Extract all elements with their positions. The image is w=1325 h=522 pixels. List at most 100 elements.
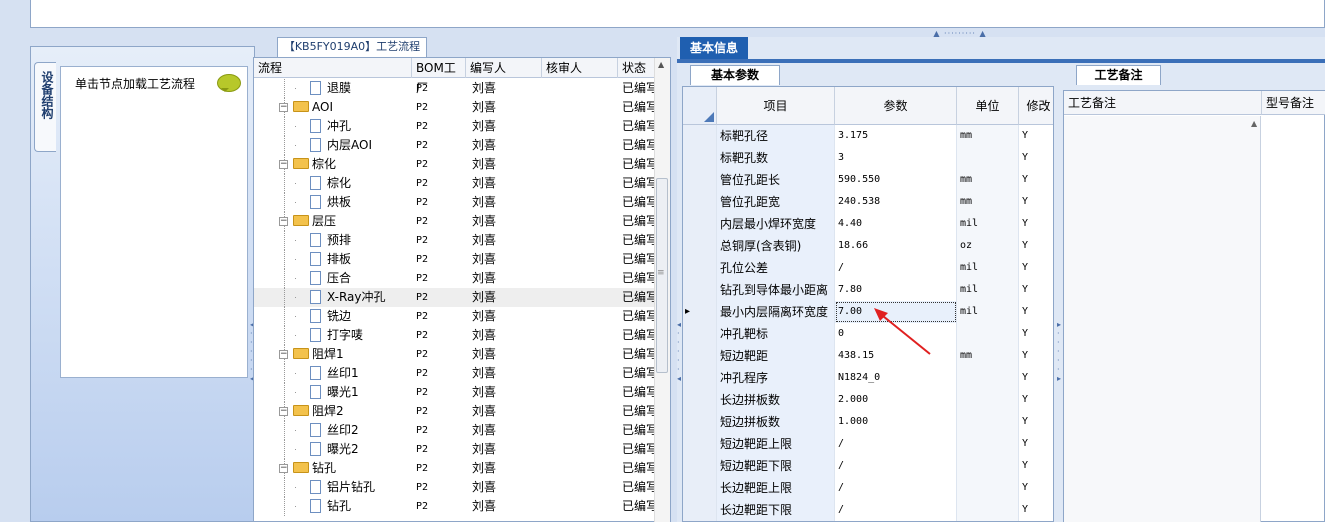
- flow-row[interactable]: − 棕化 P2 刘喜 已编写: [254, 155, 658, 174]
- col-flow[interactable]: 流程: [254, 58, 412, 78]
- select-all-icon[interactable]: [704, 112, 714, 122]
- flow-row[interactable]: 曝光2 P2 刘喜 已编写: [254, 440, 658, 459]
- col-modify[interactable]: 修改: [1019, 87, 1053, 125]
- flow-row[interactable]: 预排 P2 刘喜 已编写: [254, 231, 658, 250]
- row-indicator[interactable]: [683, 125, 717, 147]
- param-row[interactable]: 短边靶距上限 / Y: [683, 433, 1053, 455]
- param-value-cell[interactable]: /: [835, 433, 957, 455]
- scroll-up-icon[interactable]: ▲: [1251, 119, 1257, 128]
- row-indicator[interactable]: [683, 389, 717, 411]
- flow-row[interactable]: − AOI P2 刘喜 已编写: [254, 98, 658, 117]
- col-reviewer[interactable]: 核审人: [542, 58, 618, 78]
- row-indicator[interactable]: [683, 499, 717, 521]
- param-value-cell[interactable]: N1824_0: [835, 367, 957, 389]
- param-value-cell[interactable]: 2.000: [835, 389, 957, 411]
- row-indicator[interactable]: [683, 433, 717, 455]
- flow-row[interactable]: 排板 P2 刘喜 已编写: [254, 250, 658, 269]
- collapse-icon[interactable]: −: [279, 407, 288, 416]
- col-writer[interactable]: 编写人: [466, 58, 542, 78]
- param-value-cell[interactable]: /: [835, 477, 957, 499]
- param-row[interactable]: 长边靶距下限 / Y: [683, 499, 1053, 521]
- param-value-cell[interactable]: 240.538: [835, 191, 957, 213]
- tab-process-remark[interactable]: 工艺备注: [1076, 65, 1161, 85]
- flow-row[interactable]: 丝印1 P2 刘喜 已编写: [254, 364, 658, 383]
- param-value-cell[interactable]: 3: [835, 147, 957, 169]
- param-row[interactable]: 钻孔到导体最小距离 7.80 mil Y: [683, 279, 1053, 301]
- flow-row[interactable]: 内层AOI P2 刘喜 已编写: [254, 136, 658, 155]
- row-indicator[interactable]: [683, 367, 717, 389]
- flow-row[interactable]: 棕化 P2 刘喜 已编写: [254, 174, 658, 193]
- param-row[interactable]: 长边靶距上限 / Y: [683, 477, 1053, 499]
- param-value-cell[interactable]: 4.40: [835, 213, 957, 235]
- scroll-up-icon[interactable]: ▲: [658, 60, 664, 69]
- tab-basic-params[interactable]: 基本参数: [690, 65, 780, 85]
- param-value-cell[interactable]: 590.550: [835, 169, 957, 191]
- row-indicator[interactable]: [683, 455, 717, 477]
- col-value[interactable]: 参数: [835, 87, 957, 125]
- right-splitter[interactable]: ▸ · · · · · ▸: [1057, 320, 1061, 410]
- tab-process-flow[interactable]: 【KB5FY019A0】工艺流程: [277, 37, 427, 57]
- row-indicator[interactable]: [683, 257, 717, 279]
- process-remark-body[interactable]: [1064, 116, 1261, 522]
- flow-row[interactable]: 压合 P2 刘喜 已编写: [254, 269, 658, 288]
- collapse-icon[interactable]: −: [279, 103, 288, 112]
- param-row[interactable]: 总铜厚(含表铜) 18.66 oz Y: [683, 235, 1053, 257]
- flow-row[interactable]: − 阻焊2 P2 刘喜 已编写: [254, 402, 658, 421]
- collapse-icon[interactable]: −: [279, 160, 288, 169]
- flow-row[interactable]: 冲孔 P2 刘喜 已编写: [254, 117, 658, 136]
- param-row[interactable]: 冲孔程序 N1824_0 Y: [683, 367, 1053, 389]
- param-row[interactable]: 标靶孔径 3.175 mm Y: [683, 125, 1053, 147]
- param-value-cell[interactable]: 18.66: [835, 235, 957, 257]
- col-model-remark[interactable]: 型号备注: [1262, 91, 1325, 115]
- param-value-cell[interactable]: /: [835, 257, 957, 279]
- row-indicator[interactable]: [683, 279, 717, 301]
- row-indicator[interactable]: [683, 147, 717, 169]
- param-row[interactable]: 管位孔距长 590.550 mm Y: [683, 169, 1053, 191]
- flow-row[interactable]: 铝片钻孔 P2 刘喜 已编写: [254, 478, 658, 497]
- param-value-cell[interactable]: 3.175: [835, 125, 957, 147]
- collapse-icon[interactable]: −: [279, 464, 288, 473]
- param-value-cell[interactable]: /: [835, 499, 957, 521]
- param-row[interactable]: 孔位公差 / mil Y: [683, 257, 1053, 279]
- col-process-remark[interactable]: 工艺备注: [1064, 91, 1262, 115]
- param-row[interactable]: 标靶孔数 3 Y: [683, 147, 1053, 169]
- col-unit[interactable]: 单位: [957, 87, 1019, 125]
- param-value-cell[interactable]: 1.000: [835, 411, 957, 433]
- tab-device-structure[interactable]: 设备结构: [34, 62, 56, 152]
- middle-splitter[interactable]: ◂ · · · · · ◂: [677, 320, 681, 410]
- flow-row[interactable]: − 层压 P2 刘喜 已编写: [254, 212, 658, 231]
- flow-row[interactable]: 退膜 P2 刘喜 已编写: [254, 79, 658, 98]
- param-row[interactable]: 长边拼板数 2.000 Y: [683, 389, 1053, 411]
- top-input-area[interactable]: [30, 0, 1325, 28]
- flow-row[interactable]: 曝光1 P2 刘喜 已编写: [254, 383, 658, 402]
- collapse-icon[interactable]: −: [279, 217, 288, 226]
- col-status[interactable]: 状态: [618, 58, 658, 78]
- param-row[interactable]: 内层最小焊环宽度 4.40 mil Y: [683, 213, 1053, 235]
- flow-row[interactable]: 钻孔 P2 刘喜 已编写: [254, 497, 658, 516]
- param-row[interactable]: 短边靶距下限 / Y: [683, 455, 1053, 477]
- row-indicator[interactable]: [683, 191, 717, 213]
- flow-row[interactable]: 烘板 P2 刘喜 已编写: [254, 193, 658, 212]
- row-indicator[interactable]: [683, 323, 717, 345]
- param-value-cell[interactable]: /: [835, 455, 957, 477]
- flow-row[interactable]: X-Ray冲孔 P2 刘喜 已编写: [254, 288, 658, 307]
- row-indicator[interactable]: [683, 477, 717, 499]
- row-indicator[interactable]: [683, 411, 717, 433]
- row-indicator[interactable]: [683, 169, 717, 191]
- param-row[interactable]: 短边拼板数 1.000 Y: [683, 411, 1053, 433]
- flow-row[interactable]: 丝印2 P2 刘喜 已编写: [254, 421, 658, 440]
- col-item[interactable]: 项目: [717, 87, 835, 125]
- row-indicator[interactable]: [683, 213, 717, 235]
- col-bom-factory[interactable]: BOM工厂: [412, 58, 466, 95]
- row-indicator[interactable]: ▸: [683, 301, 717, 323]
- flow-row[interactable]: − 阻焊1 P2 刘喜 已编写: [254, 345, 658, 364]
- flow-row[interactable]: 铣边 P2 刘喜 已编写: [254, 307, 658, 326]
- flow-row[interactable]: − 钻孔 P2 刘喜 已编写: [254, 459, 658, 478]
- flow-row[interactable]: 打字唛 P2 刘喜 已编写: [254, 326, 658, 345]
- row-indicator[interactable]: [683, 235, 717, 257]
- param-row[interactable]: 管位孔距宽 240.538 mm Y: [683, 191, 1053, 213]
- collapse-icon[interactable]: −: [279, 350, 288, 359]
- row-indicator[interactable]: [683, 345, 717, 367]
- param-value-cell[interactable]: 7.80: [835, 279, 957, 301]
- tab-basic-info[interactable]: 基本信息: [680, 37, 748, 59]
